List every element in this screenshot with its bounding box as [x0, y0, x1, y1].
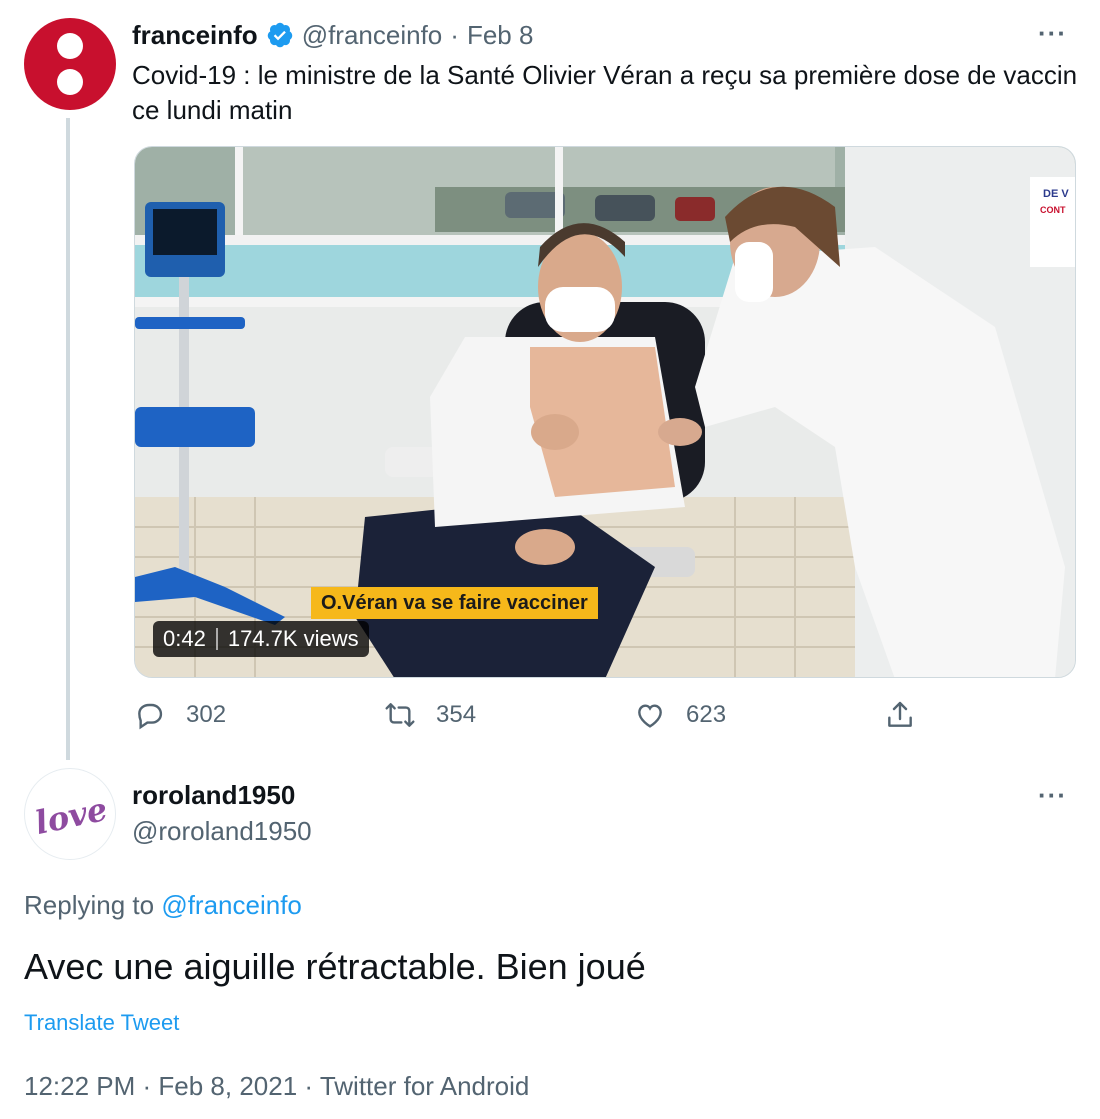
parent-date[interactable]: Feb 8	[467, 20, 534, 51]
svg-text:CONT: CONT	[1040, 205, 1066, 215]
replying-to-link[interactable]: @franceinfo	[161, 890, 302, 920]
parent-display-name[interactable]: franceinfo	[132, 20, 258, 51]
reply-icon	[138, 703, 163, 730]
retweet-icon	[385, 703, 415, 727]
like-button[interactable]: 623	[634, 694, 726, 736]
verified-badge-icon	[267, 22, 292, 48]
video-duration: 0:42	[163, 626, 206, 651]
reply-count: 302	[186, 701, 227, 728]
video-player[interactable]: DE V CONT O.Véran va se faire vacciner 0…	[134, 146, 1076, 678]
retweet-count: 354	[436, 701, 477, 728]
love-logo: love	[32, 790, 111, 842]
franceinfo-avatar[interactable]	[24, 18, 116, 110]
retweet-button[interactable]: 354	[384, 694, 476, 736]
reply-handle[interactable]: @roroland1950	[132, 816, 312, 847]
parent-tweet-text: Covid-19 : le ministre de la Santé Olivi…	[132, 60, 1078, 125]
tweet-time[interactable]: 12:22 PM	[24, 1071, 135, 1101]
roroland-avatar[interactable]: love	[24, 768, 116, 860]
translate-tweet-link[interactable]: Translate Tweet	[24, 1010, 179, 1036]
thread-line	[66, 118, 70, 760]
tweet-source[interactable]: Twitter for Android	[320, 1071, 530, 1101]
tweet-date[interactable]: Feb 8, 2021	[158, 1071, 297, 1101]
replying-prefix: Replying to	[24, 890, 162, 920]
parent-tweet-header: franceinfo @franceinfo · Feb 8	[132, 18, 533, 52]
reply-button[interactable]: 302	[134, 694, 226, 736]
video-views: 174.7K views	[227, 626, 359, 651]
video-caption: O.Véran va se faire vacciner	[311, 587, 598, 619]
svg-text:DE V: DE V	[1043, 188, 1069, 200]
like-count: 623	[686, 701, 727, 728]
tweet-page: franceinfo @franceinfo · Feb 8 ··· Covid…	[0, 0, 1100, 1119]
more-icon[interactable]: ···	[1038, 18, 1067, 49]
reply-display-name[interactable]: roroland1950	[132, 780, 295, 811]
tweet-meta: 12:22 PM · Feb 8, 2021 · Twitter for And…	[24, 1071, 530, 1101]
reply-tweet-text: Avec une aiguille rétractable. Bien joué	[24, 946, 646, 987]
share-button[interactable]	[884, 694, 916, 736]
parent-handle[interactable]: @franceinfo	[302, 20, 443, 51]
svg-text:love: love	[32, 790, 111, 842]
header-separator: ·	[450, 19, 459, 50]
tweet-actions: 302 354 623	[0, 694, 1100, 736]
share-icon	[888, 701, 912, 727]
more-icon[interactable]: ···	[1038, 780, 1067, 811]
video-thumbnail: DE V CONT	[135, 147, 1075, 677]
video-meta-badge: 0:42 174.7K views	[153, 621, 369, 657]
replying-to: Replying to @franceinfo	[24, 890, 302, 921]
like-icon	[638, 704, 662, 728]
